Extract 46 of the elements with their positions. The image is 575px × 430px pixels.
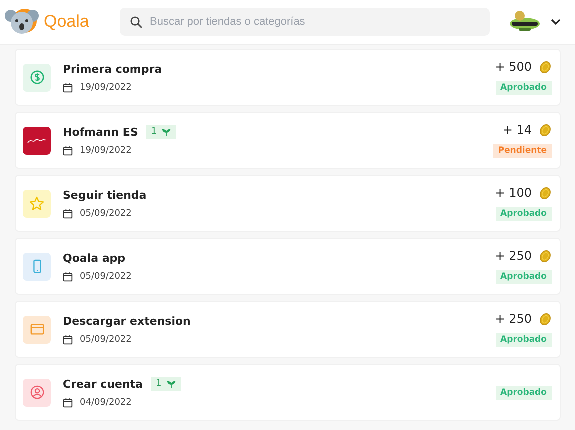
status-tag: Aprobado — [496, 333, 552, 347]
store-logo-icon — [23, 126, 51, 154]
reward-badge: 1 — [150, 377, 181, 391]
calendar-icon — [63, 82, 73, 92]
activity-icon — [23, 190, 51, 218]
status-tag: Aprobado — [496, 207, 552, 221]
calendar-icon — [63, 208, 73, 218]
activity-icon — [23, 378, 51, 406]
status-tag: Aprobado — [496, 270, 552, 284]
coin-icon — [539, 186, 552, 200]
activity-icon — [23, 64, 51, 92]
status-tag: Aprobado — [496, 81, 552, 95]
activity-date: 19/09/2022 — [80, 146, 132, 156]
activity-title: Descargar extension — [63, 314, 191, 328]
reward-badge: 1 — [146, 125, 176, 139]
coin-icon — [539, 250, 552, 262]
points-amount: + 250 — [495, 312, 532, 326]
activity-date: 05/09/2022 — [80, 334, 132, 344]
calendar-icon — [63, 398, 73, 408]
status-tag: Pendiente — [493, 144, 552, 158]
brand-name[interactable]: Qoala — [44, 12, 90, 32]
activity-date: 05/09/2022 — [80, 272, 132, 282]
activity-title: Crear cuenta — [63, 378, 143, 390]
coin-icon — [539, 60, 552, 74]
calendar-icon — [63, 334, 73, 344]
status-tag: Aprobado — [496, 386, 552, 400]
coin-icon — [539, 124, 552, 136]
activity-title: Hofmann ES — [63, 126, 138, 138]
search-field[interactable]: Buscar por tiendas o categorías — [120, 8, 490, 36]
activity-date: 04/09/2022 — [80, 398, 132, 408]
coin-icon — [539, 312, 552, 326]
activity-date: 19/09/2022 — [80, 82, 132, 92]
koala-logo-icon — [5, 7, 39, 37]
points-amount: + 14 — [502, 123, 532, 137]
points-amount: + 500 — [495, 60, 532, 74]
calendar-icon — [63, 272, 73, 282]
activity-title: Primera compra — [63, 62, 162, 76]
chevron-down-icon[interactable] — [551, 19, 561, 25]
points-amount: + 100 — [495, 186, 532, 200]
activity-title: Seguir tienda — [63, 188, 147, 202]
activity-title: Qoala app — [63, 252, 126, 264]
activity-icon — [23, 316, 51, 344]
activity-date: 05/09/2022 — [80, 208, 132, 218]
calendar-icon — [63, 146, 73, 156]
points-amount: + 250 — [495, 249, 532, 263]
activity-icon — [23, 252, 51, 280]
